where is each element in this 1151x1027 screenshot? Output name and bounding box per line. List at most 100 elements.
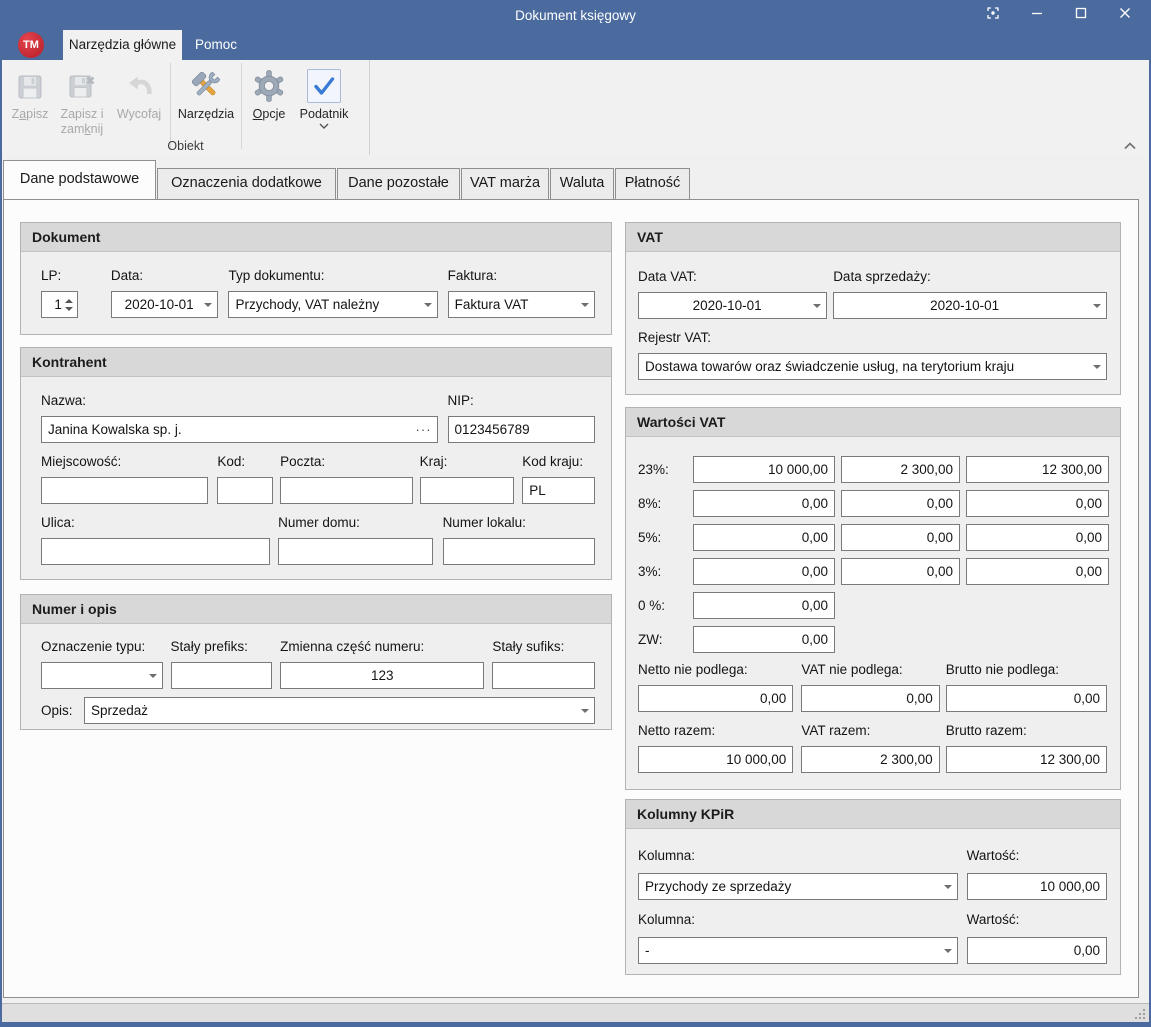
vat-23-vat-input[interactable] <box>841 456 960 483</box>
vat-3-brutto-input[interactable] <box>966 558 1109 585</box>
poczta-input[interactable] <box>280 477 413 504</box>
vat-5-vat-input[interactable] <box>841 524 960 551</box>
close-button[interactable] <box>1103 0 1147 30</box>
dropdown-arrow-icon <box>581 303 589 307</box>
typ-dokumentu-dropdown[interactable]: Przychody, VAT należny <box>228 291 437 318</box>
vat-0-netto-input[interactable] <box>693 592 835 619</box>
window: Dokument księgowy TM Narzędzia główne Po… <box>0 0 1151 1027</box>
brutto-nie-podlega-input[interactable] <box>946 685 1107 712</box>
spinner-arrows-icon[interactable] <box>65 292 73 317</box>
ulica-label: Ulica: <box>41 513 270 532</box>
page-tab-strip: Dane podstawowe Oznaczenia dodatkowe Dan… <box>3 160 691 199</box>
dropdown-arrow-icon <box>1093 304 1101 308</box>
data-vat-dropdown[interactable]: 2020-10-01 <box>638 292 827 319</box>
vat-rate-0-label: 0 %: <box>638 592 687 619</box>
tab-vat-marza[interactable]: VAT marża <box>461 168 549 199</box>
kraj-input[interactable] <box>420 477 515 504</box>
dropdown-arrow-icon <box>424 303 432 307</box>
vat-zw-netto-input[interactable] <box>693 626 835 653</box>
data-sprzedazy-label: Data sprzedaży: <box>833 267 1107 286</box>
section-header: Dokument <box>21 223 611 252</box>
vat-8-brutto-input[interactable] <box>966 490 1109 517</box>
numer-lokalu-input[interactable] <box>443 538 595 565</box>
tab-waluta[interactable]: Waluta <box>550 168 614 199</box>
undo-button[interactable]: Wycofaj <box>110 63 168 122</box>
app-logo[interactable]: TM <box>18 32 44 58</box>
numer-domu-input[interactable] <box>278 538 432 565</box>
data-dropdown[interactable]: 2020-10-01 <box>111 291 219 318</box>
section-dokument: Dokument LP: 1 Data: <box>20 222 612 335</box>
nazwa-input[interactable]: Janina Kowalska sp. j. ··· <box>41 416 438 443</box>
dropdown-arrow-icon <box>581 709 589 713</box>
fit-window-button[interactable] <box>971 0 1015 30</box>
ribbon-separator <box>241 63 242 149</box>
save-button[interactable]: Zapisz <box>6 63 54 122</box>
brutto-nie-podlega-label: Brutto nie podlega: <box>946 660 1107 679</box>
faktura-label: Faktura: <box>448 266 595 285</box>
ulica-input[interactable] <box>41 538 270 565</box>
tools-button[interactable]: Narzędzia <box>173 63 239 122</box>
vat-23-netto-input[interactable] <box>693 456 835 483</box>
kod-kraju-input[interactable] <box>522 477 595 504</box>
vat-rate-23-label: 23%: <box>638 456 687 483</box>
miejscowosc-input[interactable] <box>41 477 208 504</box>
vat-8-vat-input[interactable] <box>841 490 960 517</box>
tab-platnosc[interactable]: Płatność <box>615 168 690 199</box>
rejestr-vat-dropdown[interactable]: Dostawa towarów oraz świadczenie usług, … <box>638 353 1107 380</box>
staly-prefiks-input[interactable] <box>171 662 273 689</box>
taxpayer-button[interactable]: Podatnik <box>294 63 354 129</box>
netto-razem-input[interactable] <box>638 746 793 773</box>
oznaczenie-typu-label: Oznaczenie typu: <box>41 637 163 656</box>
vat-5-brutto-input[interactable] <box>966 524 1109 551</box>
ribbon-tab-narzedzia-glowne[interactable]: Narzędzia główne <box>63 30 182 60</box>
zmienna-czesc-input[interactable] <box>280 662 484 689</box>
nip-input[interactable] <box>448 416 595 443</box>
vat-5-netto-input[interactable] <box>693 524 835 551</box>
numer-lokalu-label: Numer lokalu: <box>443 513 595 532</box>
lp-stepper[interactable]: 1 <box>41 291 78 318</box>
vat-23-brutto-input[interactable] <box>966 456 1109 483</box>
data-sprzedazy-dropdown[interactable]: 2020-10-01 <box>833 292 1107 319</box>
section-vat: VAT Data VAT: 2020-10-01 Data sprzedaży: <box>625 222 1121 395</box>
nazwa-ellipsis-button[interactable]: ··· <box>416 422 432 437</box>
maximize-button[interactable] <box>1059 0 1103 30</box>
save-close-button[interactable]: Zapisz izamknij <box>54 63 110 137</box>
vat-3-netto-input[interactable] <box>693 558 835 585</box>
tab-dane-pozostale[interactable]: Dane pozostałe <box>337 168 460 199</box>
section-kontrahent: Kontrahent Nazwa: Janina Kowalska sp. j.… <box>20 347 612 580</box>
minimize-button[interactable] <box>1015 0 1059 30</box>
faktura-dropdown[interactable]: Faktura VAT <box>448 291 595 318</box>
oznaczenie-typu-dropdown[interactable] <box>41 662 163 689</box>
kpir-kolumna-1-dropdown[interactable]: Przychody ze sprzedaży <box>638 873 958 900</box>
section-header: Numer i opis <box>21 595 611 624</box>
staly-sufiks-input[interactable] <box>492 662 595 689</box>
brutto-razem-input[interactable] <box>946 746 1107 773</box>
opis-dropdown[interactable]: Sprzedaż <box>84 697 595 724</box>
chevron-up-icon <box>1123 137 1137 154</box>
resize-grip[interactable] <box>1133 1007 1146 1020</box>
kpir-wartosc-1-input[interactable] <box>967 873 1107 900</box>
kod-input[interactable] <box>217 477 273 504</box>
kpir-kolumna-2-dropdown[interactable]: - <box>638 937 958 964</box>
data-label: Data: <box>111 266 219 285</box>
vat-razem-input[interactable] <box>801 746 939 773</box>
options-button[interactable]: Opcje <box>244 63 294 122</box>
kpir-wartosc-2-input[interactable] <box>967 937 1107 964</box>
dropdown-arrow-icon <box>149 674 157 678</box>
dropdown-arrow-icon <box>944 949 952 953</box>
vat-3-vat-input[interactable] <box>841 558 960 585</box>
netto-nie-podlega-input[interactable] <box>638 685 793 712</box>
vat-nie-podlega-input[interactable] <box>801 685 939 712</box>
tab-oznaczenia-dodatkowe[interactable]: Oznaczenia dodatkowe <box>157 168 336 199</box>
kpir-kolumna-2-label: Kolumna: <box>638 910 958 929</box>
kpir-kolumna-1-label: Kolumna: <box>638 846 958 865</box>
collapse-ribbon-button[interactable] <box>1123 142 1137 150</box>
status-bar <box>2 1003 1149 1022</box>
ribbon: Zapisz Zapisz izamknij Wycofaj <box>2 60 1149 155</box>
poczta-label: Poczta: <box>280 452 413 471</box>
ribbon-tab-pomoc[interactable]: Pomoc <box>182 30 250 60</box>
section-numer-i-opis: Numer i opis Oznaczenie typu: Stały pref… <box>20 594 612 730</box>
vat-8-netto-input[interactable] <box>693 490 835 517</box>
tab-dane-podstawowe[interactable]: Dane podstawowe <box>3 160 156 199</box>
ribbon-group-label: Obiekt <box>2 139 369 153</box>
